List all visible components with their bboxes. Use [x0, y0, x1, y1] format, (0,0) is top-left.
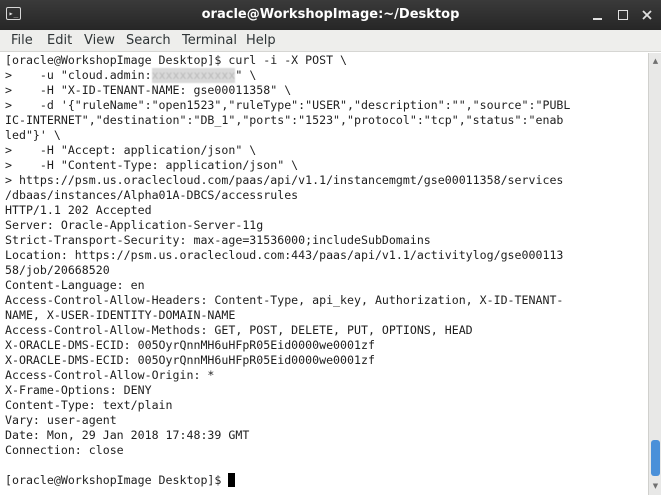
- terminal-line: X-ORACLE-DMS-ECID: 005OyrQnnMH6uHFpR05Ei…: [5, 338, 375, 352]
- scroll-down-icon[interactable]: ▼: [651, 481, 660, 491]
- terminal-line-text: " \: [235, 68, 257, 82]
- terminal-line: led"}' \: [5, 128, 61, 142]
- terminal-line-text: > -u "cloud.admin:: [5, 68, 152, 82]
- minimize-icon: [593, 18, 602, 20]
- vertical-scrollbar[interactable]: ▲ ▼: [648, 53, 661, 495]
- terminal-line: 58/job/20668520: [5, 263, 110, 277]
- maximize-button[interactable]: [616, 8, 630, 22]
- terminal-line: Access-Control-Allow-Origin: *: [5, 368, 215, 382]
- terminal-line: X-ORACLE-DMS-ECID: 005OyrQnnMH6uHFpR05Ei…: [5, 353, 375, 367]
- terminal-output[interactable]: [oracle@WorkshopImage Desktop]$ curl -i …: [0, 53, 648, 495]
- menu-search[interactable]: Search: [126, 30, 171, 52]
- terminal-line: Server: Oracle-Application-Server-11g: [5, 218, 264, 232]
- terminal-line: > -H "Accept: application/json" \: [5, 143, 257, 157]
- window-title: oracle@WorkshopImage:~/Desktop: [201, 7, 460, 22]
- terminal-line: Location: https://psm.us.oraclecloud.com…: [5, 248, 564, 262]
- minimize-button[interactable]: [591, 8, 605, 22]
- terminal-line: Content-Language: en: [5, 278, 145, 292]
- terminal-line: [oracle@WorkshopImage Desktop]$ curl -i …: [5, 53, 348, 67]
- close-icon: [642, 10, 652, 20]
- terminal-line: > -d '{"ruleName":"open1523","ruleType":…: [5, 98, 571, 112]
- shell-prompt: [oracle@WorkshopImage Desktop]$: [5, 473, 229, 487]
- terminal-line: Access-Control-Allow-Methods: GET, POST,…: [5, 323, 473, 337]
- redacted-password: xxxxxxxxxxxx: [151, 68, 236, 83]
- menu-edit[interactable]: Edit: [47, 30, 72, 52]
- menu-bar: File Edit View Search Terminal Help: [0, 30, 661, 52]
- terminal-prompt-line: [oracle@WorkshopImage Desktop]$: [5, 473, 648, 488]
- terminal-line: > -H "Content-Type: application/json" \: [5, 158, 299, 172]
- terminal-line: IC-INTERNET","destination":"DB_1","ports…: [5, 113, 564, 127]
- terminal-line: Vary: user-agent: [5, 413, 117, 427]
- terminal-line: > -H "X-ID-TENANT-NAME: gse00011358" \: [5, 83, 292, 97]
- terminal-line-credentials: > -u "cloud.admin:xxxxxxxxxxxx" \: [5, 68, 648, 83]
- scroll-up-icon[interactable]: ▲: [651, 56, 660, 66]
- terminal-line: > https://psm.us.oraclecloud.com/paas/ap…: [5, 173, 564, 187]
- terminal-line: NAME, X-USER-IDENTITY-DOMAIN-NAME: [5, 308, 236, 322]
- terminal-line: Access-Control-Allow-Headers: Content-Ty…: [5, 293, 564, 307]
- text-cursor: [228, 473, 236, 487]
- scrollbar-thumb[interactable]: [651, 440, 660, 476]
- close-button[interactable]: [640, 8, 654, 22]
- terminal-line: HTTP/1.1 202 Accepted: [5, 203, 152, 217]
- window-titlebar[interactable]: ▸_ oracle@WorkshopImage:~/Desktop: [0, 0, 661, 30]
- menu-terminal[interactable]: Terminal: [182, 30, 237, 52]
- terminal-line: /dbaas/instances/Alpha01A-DBCS/accessrul…: [5, 188, 299, 202]
- menu-file[interactable]: File: [11, 30, 33, 52]
- terminal-line: X-Frame-Options: DENY: [5, 383, 152, 397]
- menu-view[interactable]: View: [84, 30, 115, 52]
- terminal-line: Content-Type: text/plain: [5, 398, 173, 412]
- menu-help[interactable]: Help: [246, 30, 276, 52]
- terminal-line: Date: Mon, 29 Jan 2018 17:48:39 GMT: [5, 428, 250, 442]
- terminal-line: Connection: close: [5, 443, 124, 457]
- maximize-icon: [618, 10, 628, 20]
- terminal-line: Strict-Transport-Security: max-age=31536…: [5, 233, 431, 247]
